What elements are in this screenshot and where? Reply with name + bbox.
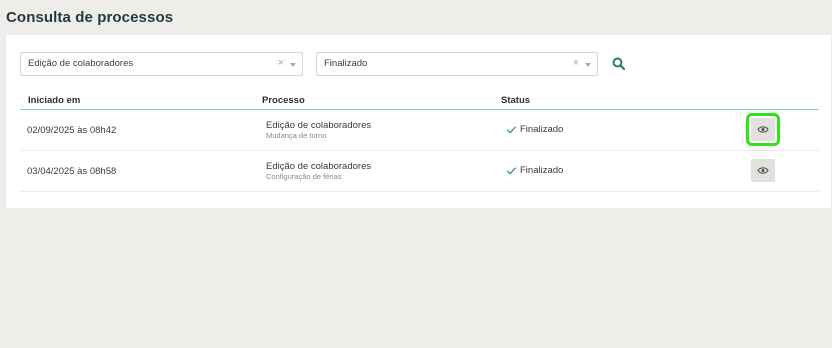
subprocess-name: Mudança de turno (266, 131, 327, 140)
table-row: 02/09/2025 às 08h42 Edição de colaborado… (20, 110, 819, 151)
column-header-process: Processo (262, 95, 305, 106)
started-at: 03/04/2025 às 08h58 (27, 166, 117, 177)
subprocess-name: Configuração de férias (266, 172, 342, 181)
process-name: Edição de colaboradores (266, 161, 372, 172)
check-icon (506, 167, 517, 175)
search-button[interactable] (611, 56, 627, 72)
table-row: 03/04/2025 às 08h58 Edição de colaborado… (20, 151, 819, 192)
process-name: Edição de colaboradores (266, 120, 372, 131)
status-filter-select[interactable]: Finalizado × (316, 52, 598, 76)
filters-and-results-card: Edição de colaboradores × Finalizado × I… (6, 35, 831, 208)
column-header-status: Status (501, 95, 531, 106)
eye-icon (757, 167, 769, 174)
status-filter-value: Finalizado (324, 58, 368, 69)
process-filter-select[interactable]: Edição de colaboradores × (20, 52, 303, 76)
page-title: Consulta de processos (6, 9, 174, 26)
clear-status-filter-icon[interactable]: × (573, 57, 579, 69)
column-header-started: Iniciado em (28, 95, 81, 106)
processes-table: Iniciado em Processo Status 02/09/2025 à… (20, 93, 819, 192)
process-cell: Edição de colaboradores Configuração de … (266, 161, 371, 182)
process-cell: Edição de colaboradores Mudança de turno (266, 120, 371, 141)
status-cell: Finalizado (506, 165, 563, 176)
process-filter-value: Edição de colaboradores (28, 58, 134, 69)
view-details-button[interactable] (751, 159, 775, 182)
started-at: 02/09/2025 às 08h42 (27, 125, 117, 136)
status-cell: Finalizado (506, 124, 563, 135)
status-text: Finalizado (520, 165, 564, 176)
check-icon (506, 126, 517, 134)
search-icon (612, 57, 626, 71)
view-details-button[interactable] (746, 113, 780, 146)
table-header: Iniciado em Processo Status (20, 93, 819, 110)
status-text: Finalizado (520, 124, 564, 135)
eye-icon (757, 126, 769, 133)
chevron-down-icon[interactable] (585, 63, 591, 67)
chevron-down-icon[interactable] (290, 63, 296, 67)
clear-process-filter-icon[interactable]: × (278, 57, 284, 69)
